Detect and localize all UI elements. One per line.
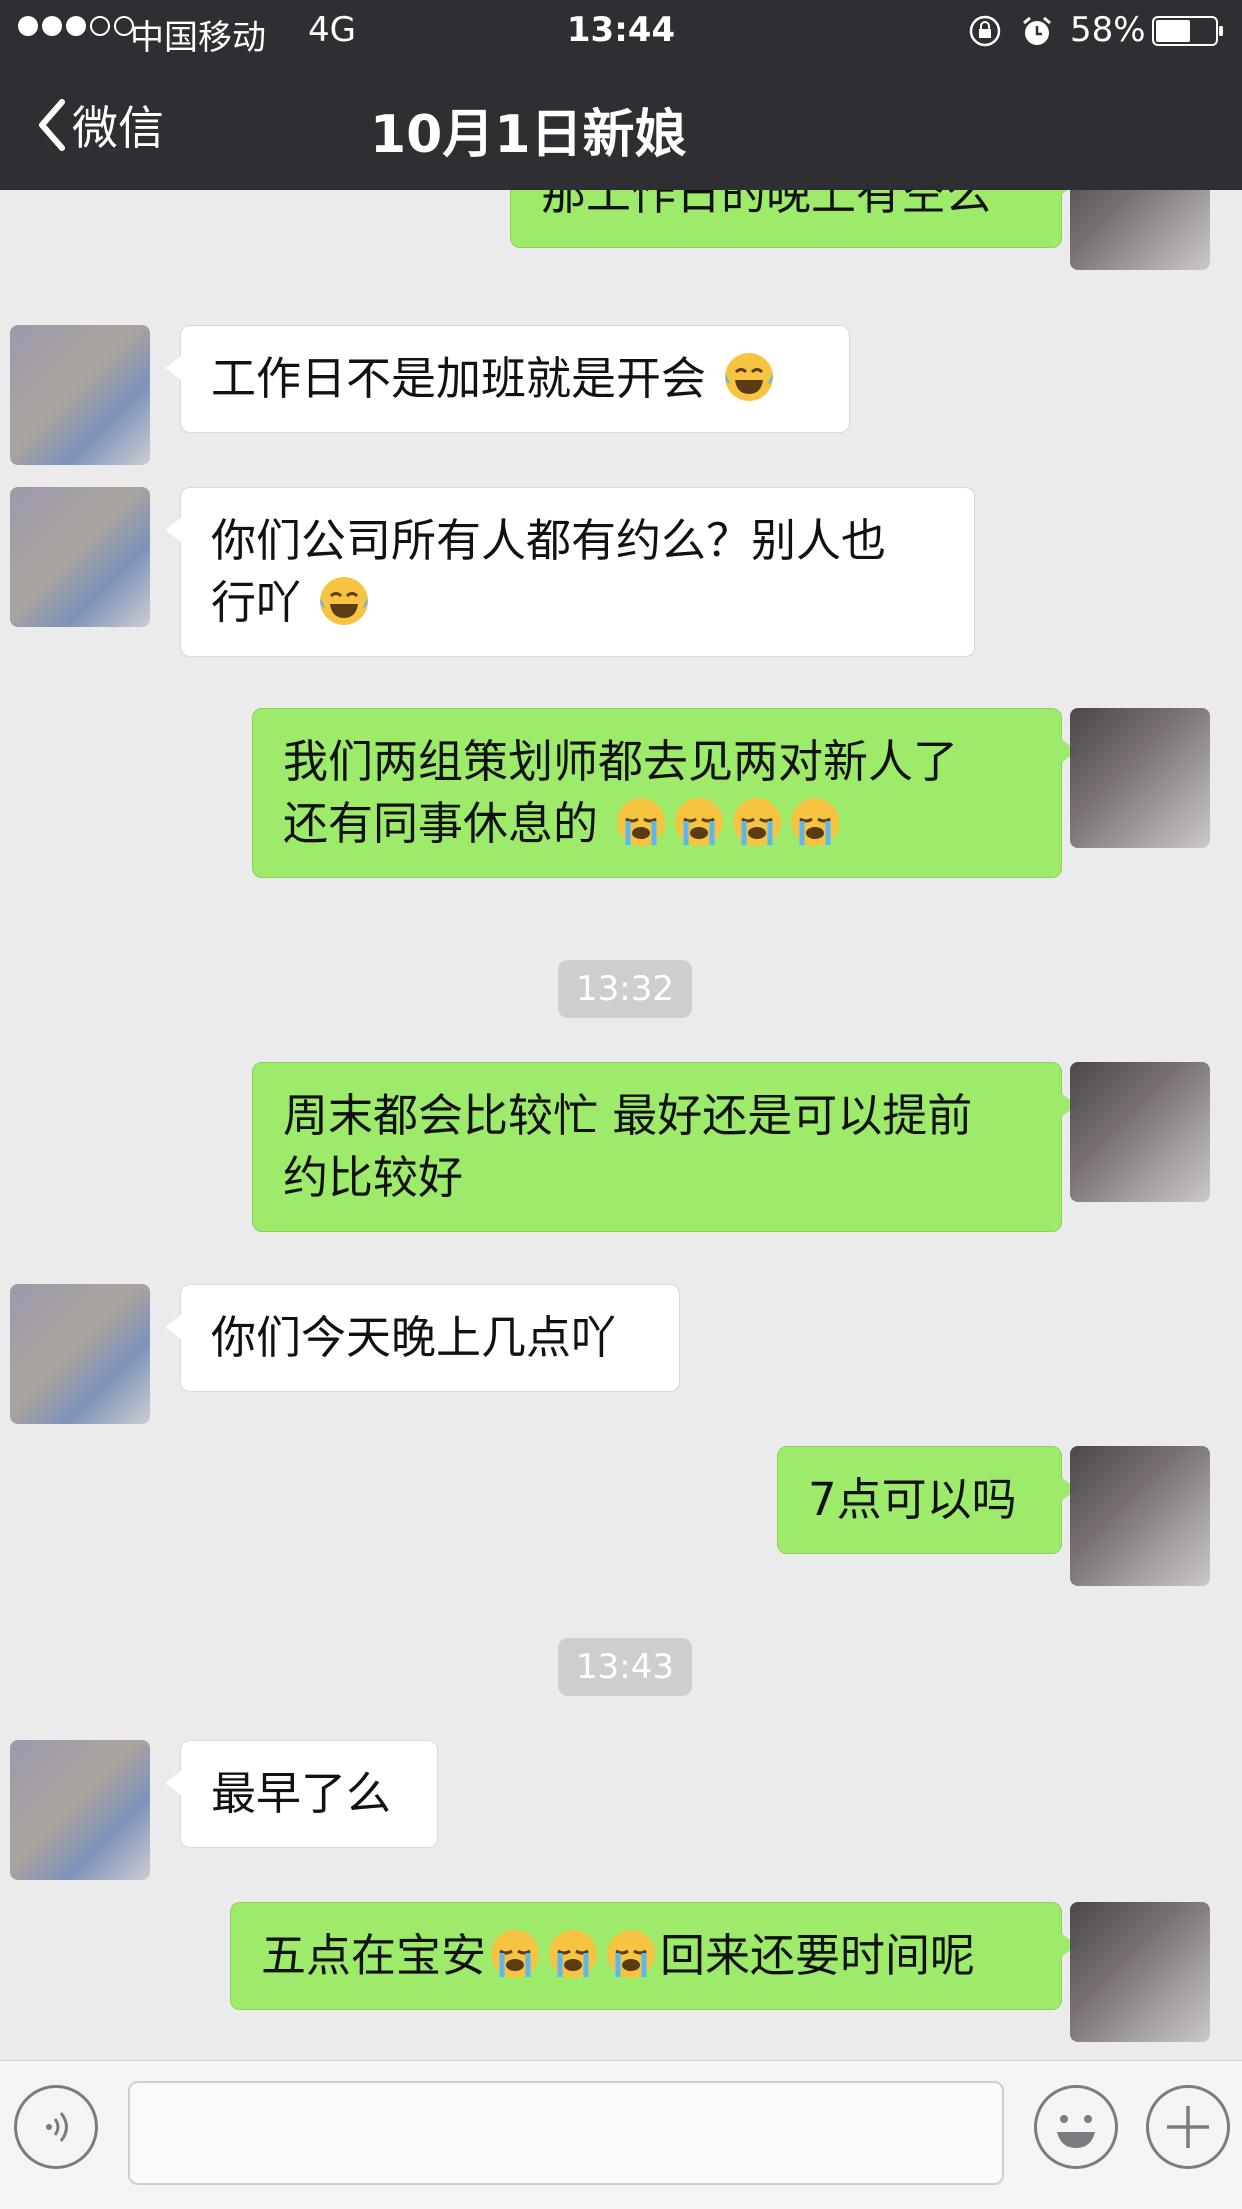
battery-percent: 58% <box>1070 10 1146 50</box>
loudly-crying-emoji-icon <box>617 798 666 846</box>
avatar[interactable] <box>10 1740 150 1880</box>
avatar[interactable] <box>10 325 150 465</box>
avatar[interactable] <box>1070 708 1210 848</box>
plus-icon <box>1167 2106 1209 2148</box>
avatar[interactable] <box>1070 1062 1210 1202</box>
status-time: 13:44 <box>566 10 676 50</box>
input-bar <box>0 2060 1242 2209</box>
loudly-crying-emoji-icon <box>733 798 782 846</box>
avatar[interactable] <box>10 487 150 627</box>
laughing-tears-emoji-icon <box>725 353 774 401</box>
message-bubble[interactable]: 最早了么 <box>165 1740 438 1848</box>
laughing-tears-emoji-icon <box>320 577 369 625</box>
message-bubble[interactable]: 你们今天晚上几点吖 <box>165 1284 680 1392</box>
chat-messages[interactable]: 那工作日的晚上有空么 工作日不是加班就是开会 你们公司所有人都有约么？别人也 行… <box>0 190 1242 2060</box>
rotation-lock-icon <box>969 15 1001 47</box>
battery-icon <box>1152 16 1223 46</box>
message-bubble[interactable]: 我们两组策划师都去见两对新人了 还有同事休息的 <box>252 708 1077 878</box>
message-bubble[interactable]: 那工作日的晚上有空么 <box>510 190 1077 248</box>
message-input[interactable] <box>128 2081 1004 2185</box>
loudly-crying-emoji-icon <box>675 798 724 846</box>
chat-title: 10月1日新娘 <box>370 105 687 165</box>
nav-bar: 微信 10月1日新娘 <box>0 62 1242 190</box>
voice-icon <box>46 2112 68 2142</box>
timestamp: 13:32 <box>558 960 692 1018</box>
status-bar: 中国移动 4G 13:44 58% <box>0 0 1242 62</box>
message-bubble[interactable]: 你们公司所有人都有约么？别人也 行吖 <box>165 487 975 657</box>
loudly-crying-emoji-icon <box>607 1930 656 1978</box>
timestamp: 13:43 <box>558 1638 692 1696</box>
alarm-icon <box>1023 16 1051 45</box>
emoji-button[interactable] <box>1034 2085 1118 2169</box>
chevron-left-icon <box>39 99 65 151</box>
loudly-crying-emoji-icon <box>791 798 840 846</box>
message-bubble[interactable]: 工作日不是加班就是开会 <box>165 325 850 433</box>
message-bubble[interactable]: 五点在宝安 回来还要时间呢 <box>230 1902 1077 2010</box>
message-bubble[interactable]: 7点可以吗 <box>777 1446 1077 1554</box>
avatar[interactable] <box>1070 1446 1210 1586</box>
back-label: 微信 <box>72 101 164 155</box>
top-bar: 中国移动 4G 13:44 58% 微信 10月1日新娘 <box>0 0 1242 190</box>
loudly-crying-emoji-icon <box>549 1930 598 1978</box>
message-bubble[interactable]: 周末都会比较忙 最好还是可以提前 约比较好 <box>252 1062 1077 1232</box>
back-button[interactable]: 微信 <box>36 92 164 158</box>
emoji-face-icon <box>1057 2115 1095 2148</box>
avatar[interactable] <box>1070 1902 1210 2042</box>
avatar[interactable] <box>1070 190 1210 270</box>
avatar[interactable] <box>10 1284 150 1424</box>
loudly-crying-emoji-icon <box>491 1930 540 1978</box>
voice-button[interactable] <box>14 2085 98 2169</box>
more-button[interactable] <box>1146 2085 1230 2169</box>
